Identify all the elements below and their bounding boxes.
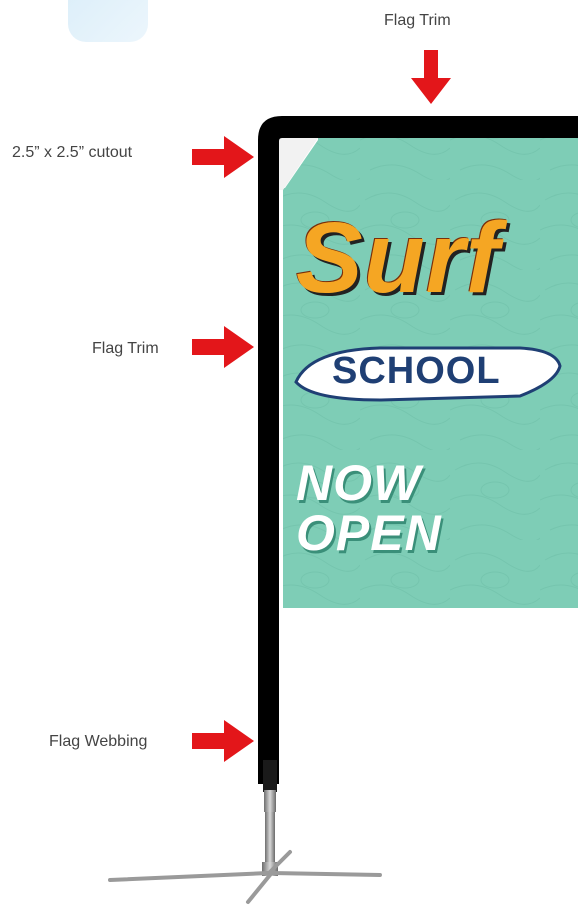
surf-title: Surf [296,202,500,314]
now-open-tagline: NOW OPEN [296,455,442,561]
flag-diagram: Flag Trim 2.5” x 2.5” cutout Flag Trim F… [0,0,578,912]
flag-illustration [108,50,578,904]
pole-hardware [262,760,278,876]
school-title: SCHOOL [332,350,501,392]
x-stand-base [108,850,382,904]
